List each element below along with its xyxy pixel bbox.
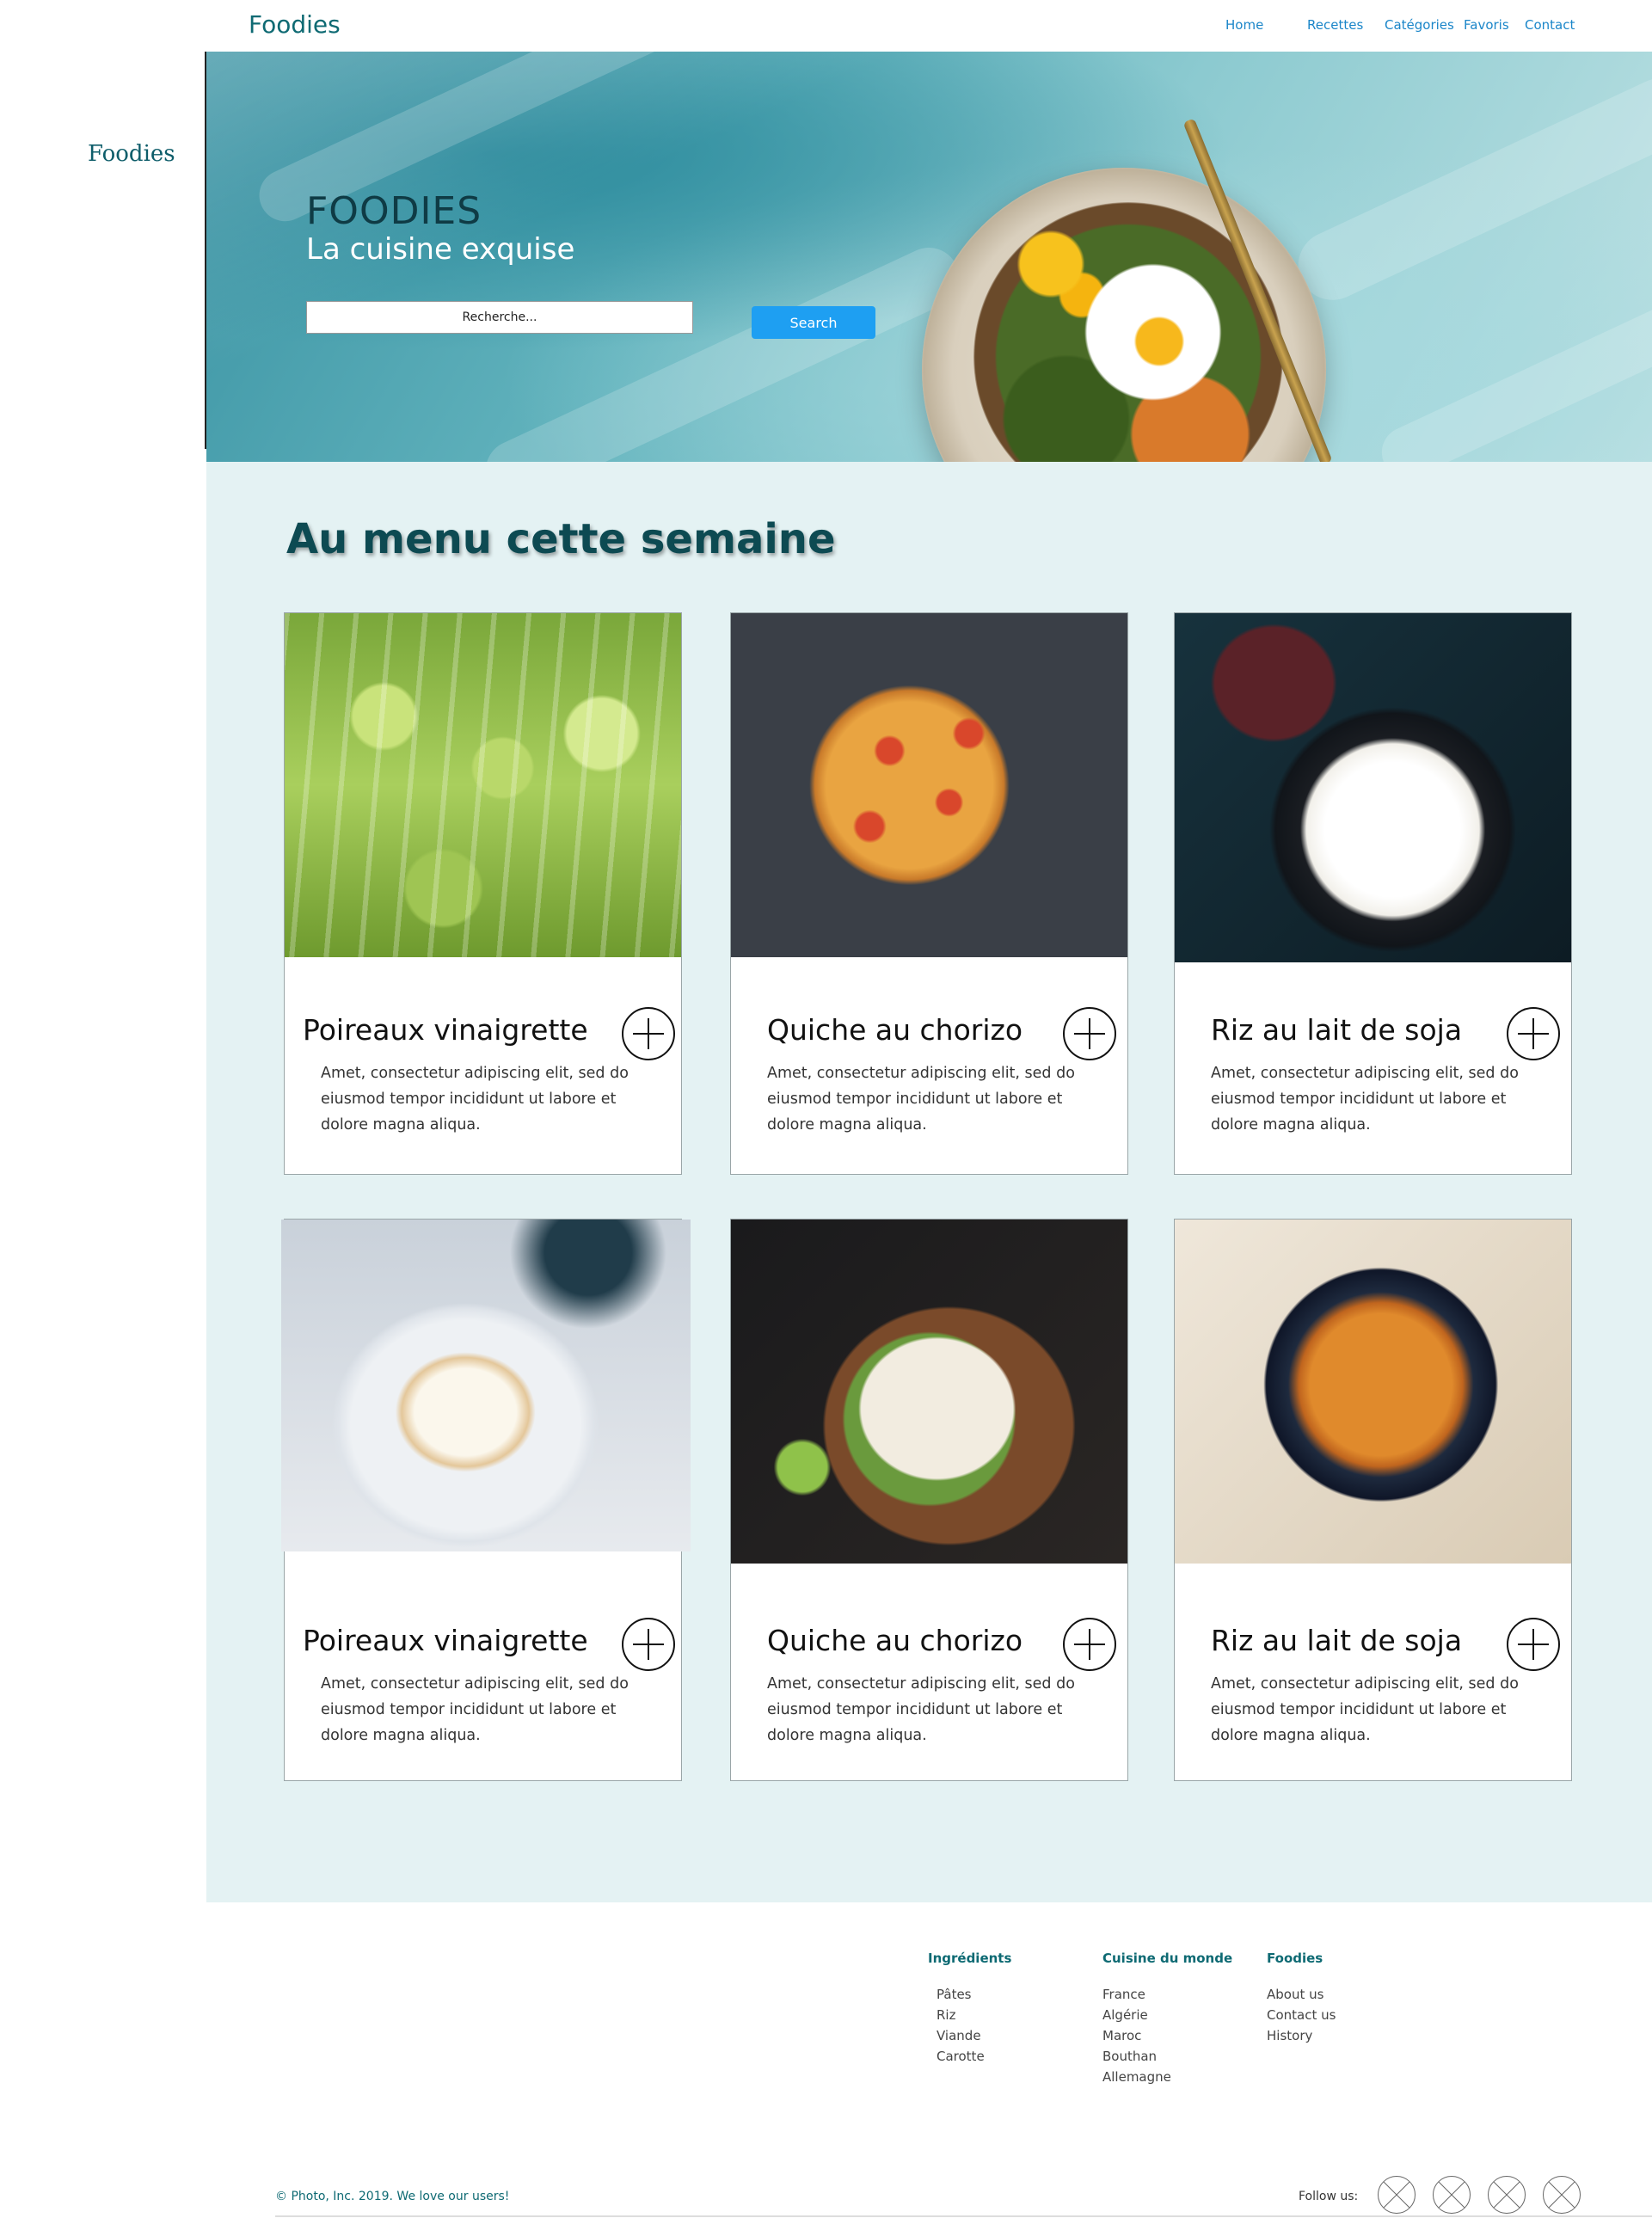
recipe-card[interactable]: Poireaux vinaigrette Amet, consectetur a… <box>284 612 682 1175</box>
recipe-title: Quiche au chorizo <box>767 1013 1023 1047</box>
recipe-card[interactable]: Quiche au chorizo Amet, consectetur adip… <box>730 1219 1128 1781</box>
recipe-photo-chicken <box>1175 1220 1571 1564</box>
recipe-description: Amet, consectetur adipiscing elit, sed d… <box>321 1675 629 1744</box>
footer-link[interactable]: Pâtes <box>937 1987 972 2002</box>
add-recipe-button[interactable] <box>1507 1007 1560 1060</box>
add-recipe-button[interactable] <box>1063 1007 1116 1060</box>
footer-link[interactable]: Riz <box>937 2007 955 2023</box>
footer-link[interactable]: History <box>1267 2028 1312 2043</box>
hero-banner: FOODIES La cuisine exquise Search <box>206 52 1652 462</box>
social-placeholder-icon[interactable] <box>1488 2176 1526 2214</box>
add-recipe-button[interactable] <box>1063 1618 1116 1671</box>
search-input[interactable] <box>306 301 693 334</box>
quiche-tomato-texture <box>731 613 1127 957</box>
search-button[interactable]: Search <box>752 306 875 339</box>
hero-brush-stroke <box>476 237 969 462</box>
footer-link[interactable]: Contact us <box>1267 2007 1336 2023</box>
recipe-photo-rice <box>1175 613 1571 962</box>
recipe-photo-leeks <box>285 613 681 957</box>
hero-brush-stroke <box>1287 67 1652 311</box>
recipe-description: Amet, consectetur adipiscing elit, sed d… <box>1211 1675 1519 1744</box>
add-recipe-button[interactable] <box>622 1007 675 1060</box>
weekly-menu-section: Au menu cette semaine Poireaux vinaigret… <box>206 462 1652 1902</box>
footer-link[interactable]: Bouthan <box>1102 2049 1157 2064</box>
social-placeholder-icon[interactable] <box>1433 2176 1471 2214</box>
follow-label: Follow us: <box>1299 2190 1359 2203</box>
recipe-photo-pie <box>281 1220 691 1551</box>
nav-link-home[interactable]: Home <box>1225 17 1263 33</box>
brand-logo[interactable]: Foodies <box>249 10 341 39</box>
sidebar-brand: Foodies <box>88 141 175 167</box>
recipe-title: Riz au lait de soja <box>1211 1013 1463 1047</box>
recipe-title: Poireaux vinaigrette <box>303 1624 588 1657</box>
recipe-title: Riz au lait de soja <box>1211 1624 1463 1657</box>
recipe-description: Amet, consectetur adipiscing elit, sed d… <box>767 1675 1075 1744</box>
footer-link[interactable]: Viande <box>937 2028 981 2043</box>
recipe-card[interactable]: Quiche au chorizo Amet, consectetur adip… <box>730 612 1128 1175</box>
recipe-description: Amet, consectetur adipiscing elit, sed d… <box>767 1065 1075 1134</box>
copyright-text: © Photo, Inc. 2019. We love our users! <box>275 2190 510 2203</box>
hero-subtitle: La cuisine exquise <box>306 232 575 267</box>
add-recipe-button[interactable] <box>622 1618 675 1671</box>
add-recipe-button[interactable] <box>1507 1618 1560 1671</box>
nav-link-contact[interactable]: Contact <box>1525 17 1575 33</box>
footer-divider <box>275 2215 1652 2217</box>
social-placeholder-icon[interactable] <box>1543 2176 1581 2214</box>
top-navigation: Foodies Home Recettes Catégories Favoris… <box>0 0 1652 52</box>
footer-link[interactable]: France <box>1102 1987 1145 2002</box>
recipe-card[interactable]: Riz au lait de soja Amet, consectetur ad… <box>1174 1219 1572 1781</box>
footer-heading-cuisine: Cuisine du monde <box>1102 1951 1233 1966</box>
footer-link[interactable]: Allemagne <box>1102 2069 1171 2085</box>
section-title: Au menu cette semaine <box>286 515 836 563</box>
footer-link[interactable]: Carotte <box>937 2049 985 2064</box>
recipe-description: Amet, consectetur adipiscing elit, sed d… <box>321 1065 629 1134</box>
recipe-title: Quiche au chorizo <box>767 1624 1023 1657</box>
footer-heading-ingredients: Ingrédients <box>928 1951 1012 1966</box>
footer-heading-foodies: Foodies <box>1267 1951 1323 1966</box>
footer-link[interactable]: Algérie <box>1102 2007 1148 2023</box>
recipe-card[interactable]: Riz au lait de soja Amet, consectetur ad… <box>1174 612 1572 1175</box>
nav-link-categories[interactable]: Catégories <box>1385 17 1454 33</box>
hero-brush-stroke <box>1373 287 1652 462</box>
recipe-description: Amet, consectetur adipiscing elit, sed d… <box>1211 1065 1519 1134</box>
recipe-title: Poireaux vinaigrette <box>303 1013 588 1047</box>
footer-link[interactable]: Maroc <box>1102 2028 1141 2043</box>
nav-link-favoris[interactable]: Favoris <box>1464 17 1509 33</box>
social-placeholder-icon[interactable] <box>1378 2176 1416 2214</box>
hero-title: FOODIES <box>306 189 482 233</box>
recipe-photo-quiche <box>731 613 1127 957</box>
footer-link[interactable]: About us <box>1267 1987 1323 2002</box>
nav-link-recettes[interactable]: Recettes <box>1307 17 1363 33</box>
recipe-photo-tacos <box>731 1220 1127 1564</box>
recipe-card[interactable]: Poireaux vinaigrette Amet, consectetur a… <box>281 1219 691 1781</box>
